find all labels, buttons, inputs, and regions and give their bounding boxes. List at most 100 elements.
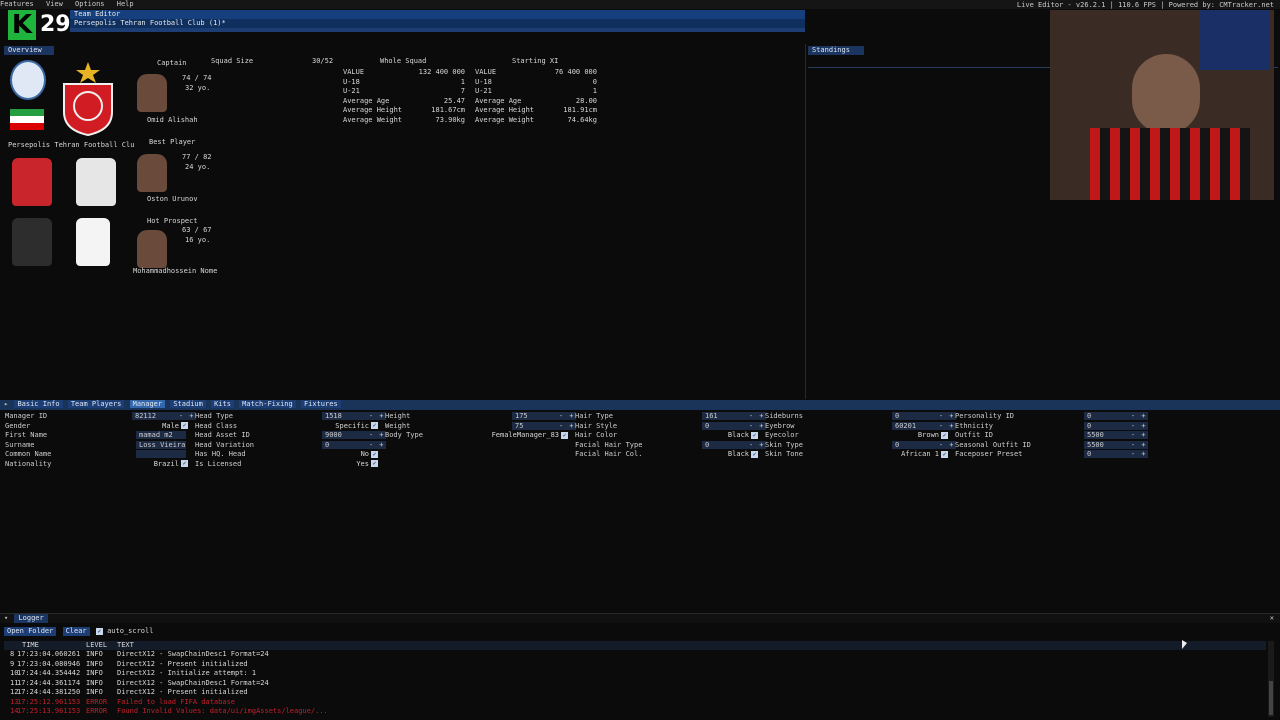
edit-checkbox[interactable]: ✓ <box>181 422 188 429</box>
manager-spin-input[interactable]: 0 <box>1084 450 1128 458</box>
edit-checkbox[interactable]: ✓ <box>751 431 758 439</box>
decrement-button[interactable]: - <box>936 421 947 430</box>
increment-button[interactable]: + <box>1138 412 1149 420</box>
menu-options[interactable]: Options <box>75 0 105 8</box>
manager-spin-input[interactable]: 0 <box>1084 412 1128 420</box>
manager-field-value: African 1 ✓ <box>901 450 948 460</box>
decrement-button[interactable]: - <box>746 421 757 430</box>
manager-spin-input[interactable]: 0 <box>892 412 936 420</box>
tab-kits[interactable]: Kits <box>211 400 234 408</box>
decrement-button[interactable]: - <box>1128 450 1139 458</box>
manager-spin-input[interactable]: 161 <box>702 412 746 420</box>
collapse-icon[interactable]: ▾ <box>4 614 8 622</box>
tab-team-editor[interactable]: Team Editor <box>70 10 805 19</box>
manager-field-value: Black ✓ <box>728 450 758 460</box>
decrement-button[interactable]: - <box>1128 412 1139 420</box>
log-row[interactable]: 8 17:23:04.060261 INFO DirectX12 - SwapChai… <box>4 650 1266 660</box>
tab-fixtures[interactable]: Fixtures <box>300 400 341 408</box>
standings-title[interactable]: Standings <box>808 46 864 55</box>
decrement-button[interactable]: - <box>1128 440 1139 449</box>
edit-checkbox[interactable]: ✓ <box>181 460 188 467</box>
log-row[interactable]: 11 17:24:44.361174 INFO DirectX12 - SwapCha… <box>4 679 1266 689</box>
edit-checkbox[interactable]: ✓ <box>371 422 378 429</box>
manager-spin-input[interactable]: 0 <box>892 440 936 449</box>
overview-title[interactable]: Overview <box>4 46 54 55</box>
decrement-button[interactable]: - <box>746 412 757 420</box>
tab-basic-info[interactable]: Basic Info <box>14 400 63 408</box>
decrement-button[interactable]: - <box>936 412 947 420</box>
menu-help[interactable]: Help <box>117 0 134 8</box>
tab-club[interactable]: Persepolis Tehran Football Club (1)* <box>70 19 805 28</box>
manager-field-value: 82112- + <box>132 412 197 422</box>
log-row[interactable]: 12 17:24:44.381250 INFO DirectX12 - Present… <box>4 688 1266 698</box>
tab-match-fixing[interactable]: Match-Fixing <box>239 400 296 408</box>
decrement-button[interactable]: - <box>366 412 377 420</box>
manager-spin-input[interactable]: 82112 <box>132 412 176 420</box>
manager-text-input[interactable] <box>136 450 186 458</box>
manager-spin-input[interactable]: 0 <box>322 440 366 449</box>
increment-button[interactable]: + <box>376 440 387 449</box>
manager-spin-input[interactable]: 175 <box>512 412 556 420</box>
edit-checkbox[interactable]: ✓ <box>751 450 758 458</box>
manager-spin-input[interactable]: 0 <box>702 440 746 449</box>
increment-button[interactable]: + <box>1138 421 1149 430</box>
manager-text-input[interactable]: Loss Vieira <box>136 440 186 449</box>
increment-button[interactable]: + <box>1138 440 1149 449</box>
logger-title[interactable]: Logger <box>14 614 48 623</box>
col-level[interactable]: LEVEL <box>86 641 107 649</box>
scrollbar-thumb[interactable] <box>1269 681 1273 715</box>
close-icon[interactable]: ✕ <box>1270 614 1274 622</box>
manager-spin-input[interactable]: 9000 <box>322 431 366 439</box>
edit-checkbox[interactable]: ✓ <box>371 450 378 458</box>
stat-value: 181.91cm <box>563 106 597 114</box>
edit-checkbox[interactable]: ✓ <box>941 450 948 458</box>
manager-text-input[interactable]: mamad m2 <box>136 431 186 439</box>
decrement-button[interactable]: - <box>556 421 567 430</box>
tab-team-players[interactable]: Team Players <box>67 400 125 408</box>
edit-checkbox[interactable]: ✓ <box>371 460 378 467</box>
decrement-button[interactable]: - <box>366 431 377 439</box>
auto-scroll-checkbox[interactable]: ✓ <box>95 627 103 635</box>
home-kit[interactable] <box>12 158 52 206</box>
menu-features[interactable]: Features <box>0 0 34 8</box>
open-folder-button[interactable]: Open Folder <box>4 627 57 636</box>
col-text[interactable]: TEXT <box>117 641 134 649</box>
col-time[interactable]: TIME <box>22 641 39 649</box>
logger-scrollbar[interactable] <box>1268 641 1274 717</box>
manager-spin-input[interactable]: 75 <box>512 421 556 430</box>
away-kit[interactable] <box>76 158 116 206</box>
clear-button[interactable]: Clear <box>62 627 90 636</box>
manager-field-value: Brazil ✓ <box>154 460 188 470</box>
decrement-button[interactable]: - <box>556 412 567 420</box>
gk-kit[interactable] <box>76 218 110 266</box>
manager-spin-input[interactable]: 5500 <box>1084 440 1128 449</box>
manager-spin-input[interactable]: 0 <box>702 421 746 430</box>
manager-spin-input[interactable]: 5500 <box>1084 431 1128 439</box>
log-row[interactable]: 9 17:23:04.080946 INFO DirectX12 - Present … <box>4 660 1266 670</box>
decrement-button[interactable]: - <box>1128 421 1139 430</box>
log-row[interactable]: 13 17:25:12.961153 ERROR Failed to load FIF… <box>4 698 1266 708</box>
stat-value: 132 400 000 <box>418 68 465 76</box>
increment-button[interactable]: + <box>1138 431 1149 439</box>
manager-spin-input[interactable]: 60201 <box>892 421 936 430</box>
log-row[interactable]: 14 17:25:13.961153 ERROR Found Invalid Valu… <box>4 707 1266 717</box>
decrement-button[interactable]: - <box>936 440 947 449</box>
decrement-button[interactable]: - <box>366 440 377 449</box>
edit-checkbox[interactable]: ✓ <box>941 431 948 439</box>
increment-button[interactable]: + <box>1138 450 1149 458</box>
decrement-button[interactable]: - <box>746 440 757 449</box>
manager-field-label: Head Type <box>195 412 233 420</box>
edit-checkbox[interactable]: ✓ <box>561 431 568 439</box>
manager-spin-input[interactable]: 0 <box>1084 421 1128 430</box>
log-row[interactable]: 10 17:24:44.354442 INFO DirectX12 - Initial… <box>4 669 1266 679</box>
collapse-icon[interactable]: ▸ <box>4 400 8 408</box>
menu-view[interactable]: View <box>46 0 63 8</box>
manager-field-label: Hair Color <box>575 431 618 439</box>
decrement-button[interactable]: - <box>1128 431 1139 439</box>
decrement-button[interactable]: - <box>176 412 187 420</box>
tab-manager[interactable]: Manager <box>129 400 166 408</box>
manager-spin-input[interactable]: 1518 <box>322 412 366 420</box>
tab-stadium[interactable]: Stadium <box>170 400 206 408</box>
stat-value: 76 400 000 <box>554 68 597 76</box>
third-kit[interactable] <box>12 218 52 266</box>
